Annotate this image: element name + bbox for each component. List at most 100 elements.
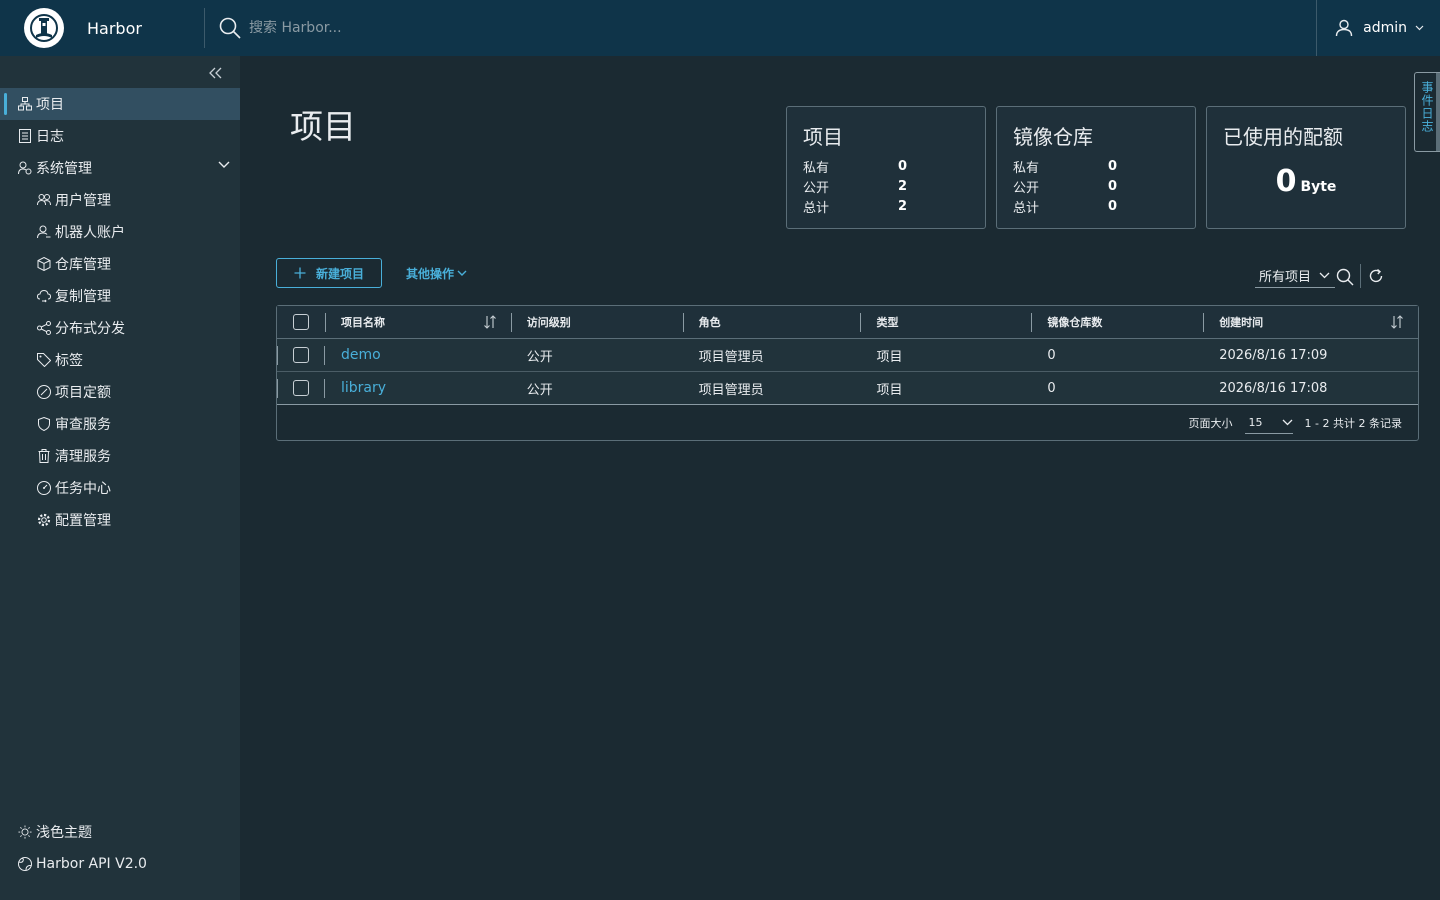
sidebar-item-project-quotas[interactable]: 项目定额 bbox=[0, 376, 240, 408]
sidebar-item-job-service[interactable]: 任务中心 bbox=[0, 472, 240, 504]
card-label: 公开 bbox=[803, 180, 830, 196]
row-checkbox[interactable] bbox=[292, 380, 309, 396]
sidebar-item-projects[interactable]: 项目 bbox=[0, 88, 240, 120]
column-header-access[interactable]: 访问级别 bbox=[510, 306, 683, 338]
card-row-total: 总计 2 bbox=[803, 196, 969, 216]
sidebar-item-users[interactable]: 用户管理 bbox=[0, 184, 240, 216]
table-row[interactable]: library 公开 项目管理员 项目 0 2026/8/16 17:08 bbox=[277, 372, 1418, 405]
card-value: 2 bbox=[898, 178, 908, 194]
sidebar-item-administration[interactable]: 系统管理 bbox=[0, 152, 240, 184]
card-label: 公开 bbox=[1013, 180, 1040, 196]
brand[interactable]: Harbor bbox=[0, 0, 204, 56]
toolbar-divider bbox=[1360, 264, 1361, 288]
new-project-button[interactable]: 新建项目 bbox=[276, 258, 382, 288]
card-title: 镜像仓库 bbox=[1013, 125, 1093, 149]
column-header-label: 创建时间 bbox=[1219, 316, 1264, 329]
sidebar-item-logs[interactable]: 日志 bbox=[0, 120, 240, 152]
card-value: 0 bbox=[898, 158, 908, 174]
sidebar-item-label: 清理服务 bbox=[55, 449, 111, 465]
event-log-label: 事件日志 bbox=[1420, 81, 1434, 133]
page-size-label: 页面大小 bbox=[1188, 417, 1233, 430]
search-input[interactable] bbox=[249, 20, 549, 36]
administration-icon bbox=[18, 161, 32, 175]
project-link[interactable]: demo bbox=[341, 347, 381, 363]
card-title: 项目 bbox=[803, 125, 843, 149]
cell-role: 项目管理员 bbox=[698, 349, 764, 365]
chevron-down-icon bbox=[1415, 25, 1424, 31]
harbor-logo-icon bbox=[24, 8, 64, 48]
user-name: admin bbox=[1363, 20, 1407, 36]
sidebar-item-registries[interactable]: 仓库管理 bbox=[0, 248, 240, 280]
card-label: 总计 bbox=[1013, 200, 1040, 216]
column-header-label: 角色 bbox=[698, 316, 721, 329]
more-actions-button[interactable]: 其他操作 bbox=[406, 258, 467, 288]
event-log-tab[interactable]: 事件日志 bbox=[1414, 72, 1440, 152]
chevron-down-icon bbox=[1282, 419, 1293, 426]
collapse-sidebar-icon[interactable] bbox=[207, 64, 225, 82]
column-header-label: 类型 bbox=[876, 316, 899, 329]
sidebar-item-label: 分布式分发 bbox=[55, 321, 125, 337]
replication-icon bbox=[37, 289, 51, 303]
top-header: Harbor admin bbox=[0, 0, 1440, 56]
project-filter-select[interactable]: 所有项目 bbox=[1255, 264, 1335, 288]
quota-icon bbox=[37, 385, 51, 399]
column-header-type[interactable]: 类型 bbox=[860, 306, 1031, 338]
new-project-label: 新建项目 bbox=[315, 266, 364, 281]
filter-search-icon[interactable] bbox=[1336, 268, 1354, 286]
pagination-info: 1 - 2 共计 2 条记录 bbox=[1304, 417, 1402, 430]
card-value: 2 bbox=[898, 198, 908, 214]
column-header-name[interactable]: 项目名称 bbox=[324, 306, 511, 338]
row-checkbox[interactable] bbox=[292, 347, 309, 363]
sidebar-item-label: 系统管理 bbox=[36, 161, 92, 177]
cell-name: demo bbox=[325, 339, 511, 371]
sidebar-item-label: 配置管理 bbox=[55, 513, 111, 529]
sidebar-item-distribution[interactable]: 分布式分发 bbox=[0, 312, 240, 344]
search-icon[interactable] bbox=[219, 17, 241, 39]
card-title: 已使用的配额 bbox=[1223, 125, 1343, 149]
sort-icon[interactable] bbox=[483, 315, 497, 329]
sidebar-item-label: 用户管理 bbox=[55, 193, 111, 209]
sidebar-item-replications[interactable]: 复制管理 bbox=[0, 280, 240, 312]
select-all-cell bbox=[277, 306, 325, 338]
sidebar-item-labels[interactable]: 标签 bbox=[0, 344, 240, 376]
quota-number: 0 bbox=[1275, 164, 1297, 199]
robot-account-icon bbox=[37, 225, 51, 239]
repositories-summary-card: 镜像仓库 私有 0 公开 0 总计 0 bbox=[996, 106, 1196, 229]
sidebar-item-label: 审查服务 bbox=[55, 417, 111, 433]
column-header-label: 项目名称 bbox=[340, 316, 385, 329]
user-icon bbox=[1335, 19, 1353, 37]
table-row[interactable]: demo 公开 项目管理员 项目 0 2026/8/16 17:09 bbox=[277, 339, 1418, 372]
theme-toggle[interactable]: 浅色主题 bbox=[0, 816, 240, 848]
select-all-checkbox[interactable] bbox=[292, 314, 309, 330]
sidebar-item-label: 标签 bbox=[55, 353, 83, 369]
sort-icon[interactable] bbox=[1390, 315, 1404, 329]
logs-icon bbox=[18, 129, 32, 143]
page-title: 项目 bbox=[290, 107, 356, 146]
page-size-select[interactable]: 15 bbox=[1244, 412, 1293, 434]
card-value: 0 bbox=[1108, 178, 1118, 194]
api-icon bbox=[18, 857, 32, 871]
user-menu[interactable]: admin bbox=[1316, 0, 1440, 56]
column-header-creation-time[interactable]: 创建时间 bbox=[1203, 306, 1418, 338]
api-link[interactable]: Harbor API V2.0 bbox=[0, 848, 240, 880]
sidebar-item-configuration[interactable]: 配置管理 bbox=[0, 504, 240, 536]
chevron-down-icon[interactable] bbox=[218, 161, 230, 169]
cell-access: 公开 bbox=[526, 382, 553, 398]
row-select-cell bbox=[277, 372, 325, 404]
sidebar-item-robot-accounts[interactable]: 机器人账户 bbox=[0, 216, 240, 248]
cell-role: 项目管理员 bbox=[698, 382, 764, 398]
sun-icon bbox=[18, 825, 32, 839]
quota-summary-card: 已使用的配额 0 Byte bbox=[1206, 106, 1406, 229]
card-value: 0 bbox=[1108, 198, 1118, 214]
column-header-label: 访问级别 bbox=[526, 316, 571, 329]
refresh-icon[interactable] bbox=[1368, 268, 1384, 284]
theme-toggle-label: 浅色主题 bbox=[36, 825, 92, 841]
column-header-repo-count[interactable]: 镜像仓库数 bbox=[1031, 306, 1203, 338]
sidebar-item-label: 机器人账户 bbox=[55, 225, 125, 241]
sidebar-item-label: 日志 bbox=[36, 129, 64, 145]
project-link[interactable]: library bbox=[341, 380, 386, 396]
sidebar-item-clean-up[interactable]: 清理服务 bbox=[0, 440, 240, 472]
registries-icon bbox=[37, 257, 51, 271]
sidebar-item-interrogation-services[interactable]: 审查服务 bbox=[0, 408, 240, 440]
column-header-role[interactable]: 角色 bbox=[682, 306, 861, 338]
